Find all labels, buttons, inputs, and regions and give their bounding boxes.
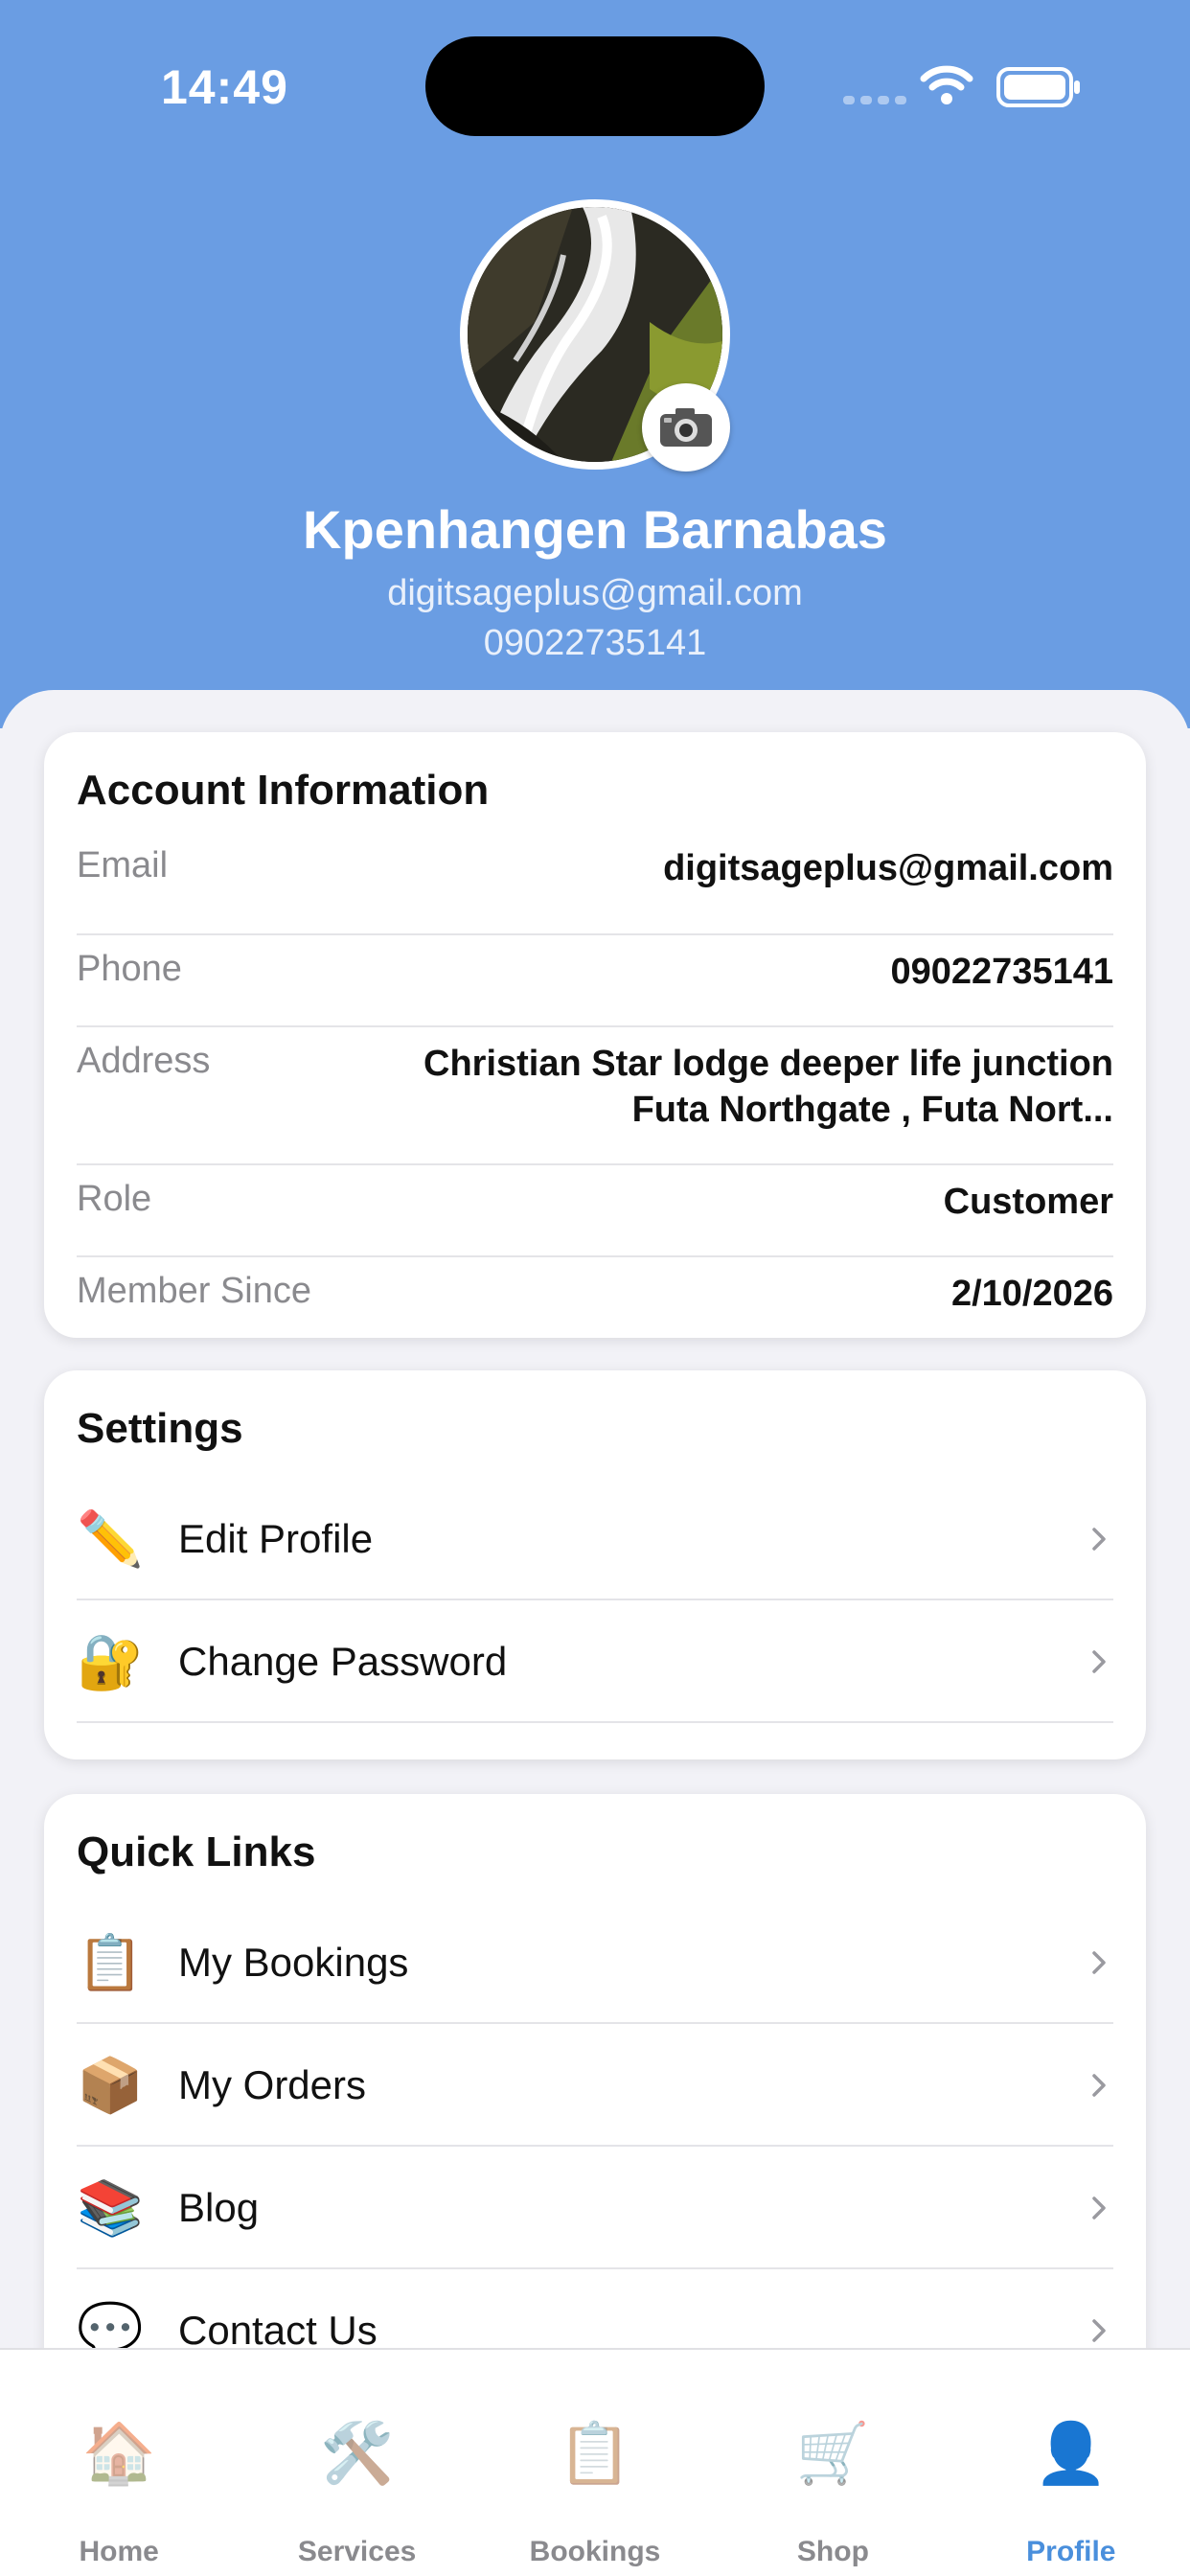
info-label: Member Since: [77, 1271, 311, 1311]
books-icon: 📚: [77, 2177, 144, 2238]
battery-icon: [996, 67, 1080, 107]
clipboard-icon: 📋: [558, 2421, 632, 2487]
settings-title: Settings: [77, 1405, 243, 1452]
tab-bookings[interactable]: 📋 Bookings: [476, 2350, 714, 2576]
chevron-right-icon: [1092, 2196, 1106, 2220]
account-info-title: Account Information: [77, 767, 490, 814]
profile-email: digitsageplus@gmail.com: [387, 573, 803, 613]
tab-bar: 🏠 Home 🛠️ Services 📋 Bookings 🛒 Shop 👤 P…: [0, 2348, 1190, 2576]
menu-label: Contact Us: [178, 2308, 378, 2353]
info-row-role: Role Customer: [77, 1167, 1113, 1257]
menu-label: Edit Profile: [178, 1516, 374, 1561]
camera-icon: [660, 408, 712, 447]
tab-profile[interactable]: 👤 Profile: [952, 2350, 1190, 2576]
tab-label: Profile: [1026, 2536, 1116, 2567]
dynamic-island: [425, 36, 765, 136]
info-value: 2/10/2026: [950, 1274, 1113, 1314]
my-bookings-row[interactable]: 📋 My Bookings: [77, 1903, 1113, 2024]
package-icon: 📦: [77, 2055, 144, 2115]
pencil-icon: ✏️: [77, 1508, 144, 1569]
profile-header: 14:49 Kpenhangen Barnabas digitsageplus@…: [0, 0, 1190, 728]
info-value: 09022735141: [890, 952, 1113, 992]
info-row-member-since: Member Since 2/10/2026: [77, 1259, 1113, 1326]
blog-row[interactable]: 📚 Blog: [77, 2149, 1113, 2269]
clipboard-icon: 📋: [77, 1932, 144, 1992]
change-photo-button[interactable]: [642, 383, 730, 472]
menu-label: Blog: [178, 2185, 260, 2230]
tab-label: Services: [297, 2536, 417, 2567]
info-label: Address: [77, 1041, 211, 1081]
lock-key-icon: 🔐: [77, 1631, 144, 1691]
chevron-right-icon: [1092, 1951, 1106, 1974]
tab-label: Home: [79, 2536, 159, 2567]
tab-label: Bookings: [529, 2536, 661, 2567]
info-row-email: Email digitsageplus@gmail.com: [77, 845, 1113, 935]
tab-label: Shop: [796, 2536, 869, 2567]
edit-profile-row[interactable]: ✏️ Edit Profile: [77, 1480, 1113, 1600]
profile-phone: 09022735141: [483, 623, 707, 663]
info-label: Role: [77, 1179, 152, 1219]
tab-services[interactable]: 🛠️ Services: [238, 2350, 475, 2576]
quick-links-card: Quick Links 📋 My Bookings 📦 My Orders 📚 …: [44, 1794, 1146, 2407]
chevron-right-icon: [1092, 2319, 1106, 2342]
menu-label: My Bookings: [178, 1940, 409, 1985]
change-password-row[interactable]: 🔐 Change Password: [77, 1602, 1113, 1723]
chevron-right-icon: [1092, 1528, 1106, 1551]
info-label: Phone: [77, 949, 182, 989]
tab-home[interactable]: 🏠 Home: [0, 2350, 238, 2576]
info-row-address: Address Christian Star lodge deeper life…: [77, 1029, 1113, 1165]
info-value: Christian Star lodge deeper life junctio…: [423, 1044, 1113, 1130]
wifi-icon: [920, 65, 973, 104]
cart-icon: 🛒: [795, 2421, 871, 2487]
info-row-phone: Phone 09022735141: [77, 937, 1113, 1027]
menu-label: Change Password: [178, 1639, 508, 1684]
chevron-right-icon: [1092, 1650, 1106, 1673]
status-time: 14:49: [161, 60, 288, 114]
person-icon: 👤: [1034, 2421, 1109, 2487]
menu-label: My Orders: [178, 2062, 367, 2107]
chevron-right-icon: [1092, 2074, 1106, 2097]
tab-shop[interactable]: 🛒 Shop: [714, 2350, 951, 2576]
account-info-card: Account Information Email digitsageplus@…: [44, 732, 1146, 1338]
profile-name: Kpenhangen Barnabas: [303, 499, 887, 560]
my-orders-row[interactable]: 📦 My Orders: [77, 2026, 1113, 2147]
info-value: Customer: [943, 1182, 1113, 1222]
cellular-signal-icon: [843, 96, 906, 104]
info-label: Email: [77, 845, 169, 886]
settings-card: Settings ✏️ Edit Profile 🔐 Change Passwo…: [44, 1370, 1146, 1760]
house-icon: 🏠: [81, 2421, 156, 2487]
tools-icon: 🛠️: [320, 2421, 395, 2487]
info-value: digitsageplus@gmail.com: [663, 848, 1113, 888]
quick-links-title: Quick Links: [77, 1828, 316, 1875]
